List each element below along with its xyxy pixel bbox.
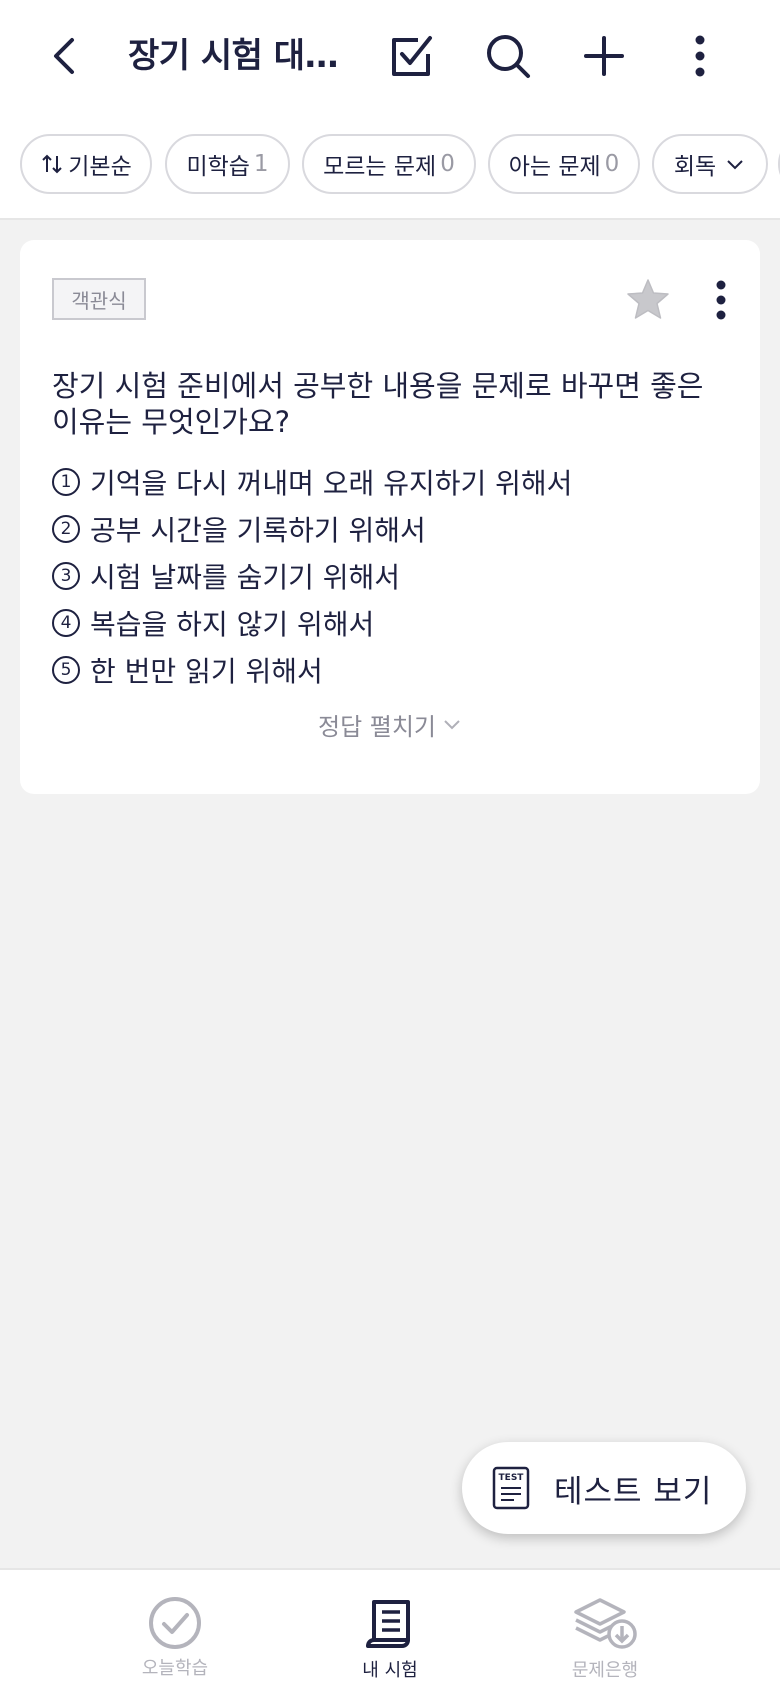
question-type-badge: 객관식 (52, 278, 146, 320)
card-more-button[interactable] (706, 276, 736, 324)
checklist-button[interactable] (382, 26, 442, 86)
unknown-count: 0 (440, 151, 455, 177)
back-button[interactable] (36, 26, 96, 86)
option-text: 공부 시간을 기록하기 위해서 (90, 513, 426, 547)
checklist-icon (392, 36, 432, 76)
test-document-icon: TEST (492, 1466, 530, 1510)
svg-text:TEST: TEST (499, 1473, 525, 1483)
question-text: 장기 시험 준비에서 공부한 내용을 문제로 바꾸면 좋은 이유는 무엇인가요? (52, 369, 704, 439)
nav-question-bank-label: 문제은행 (571, 1660, 639, 1681)
search-icon (487, 35, 530, 78)
page-title: 장기 시험 대… (128, 36, 339, 76)
known-count: 0 (604, 151, 620, 177)
option-5[interactable]: 5 한 번만 읽기 위해서 (52, 646, 732, 693)
nav-my-exam-label: 내 시험 (362, 1660, 418, 1681)
option-number: 1 (52, 467, 80, 496)
chevron-down-icon (727, 160, 743, 170)
notebook-icon (366, 1600, 410, 1648)
more-button[interactable] (670, 26, 730, 86)
sort-chip[interactable]: 기본순 (20, 134, 152, 194)
sort-icon (42, 154, 62, 174)
known-chip[interactable]: 아는 문제 0 (488, 134, 640, 194)
option-1[interactable]: 1 기억을 다시 꺼내며 오래 유지하기 위해서 (52, 458, 732, 505)
option-text: 복습을 하지 않기 위해서 (90, 607, 375, 641)
nav-today-study[interactable]: 오늘학습 (85, 1570, 265, 1688)
option-number: 4 (52, 608, 80, 637)
back-icon (54, 38, 74, 74)
round-chip[interactable]: 회독 (652, 134, 768, 194)
take-test-label: 테스트 보기 (554, 1473, 713, 1510)
app-header: 장기 시험 대… (0, 0, 780, 112)
known-chip-label: 아는 문제 (508, 154, 601, 180)
check-circle-icon (149, 1597, 201, 1649)
layers-download-icon (574, 1598, 637, 1649)
reveal-answer-button[interactable]: 정답 펼치기 (20, 704, 760, 744)
round-chip-label: 회독 (673, 154, 717, 180)
unknown-chip[interactable]: 모르는 문제 0 (302, 134, 476, 194)
unknown-chip-label: 모르는 문제 (323, 154, 437, 180)
unstudied-chip-label: 미학습 (186, 154, 250, 180)
star-icon[interactable] (624, 276, 672, 324)
option-4[interactable]: 4 복습을 하지 않기 위해서 (52, 599, 732, 646)
search-button[interactable] (478, 26, 538, 86)
option-text: 기억을 다시 꺼내며 오래 유지하기 위해서 (90, 466, 573, 500)
option-number: 3 (52, 561, 80, 590)
option-text: 한 번만 읽기 위해서 (90, 654, 323, 688)
option-number: 5 (52, 655, 80, 684)
chevron-down-icon (444, 720, 460, 730)
nav-my-exam[interactable]: 내 시험 (300, 1570, 480, 1688)
reveal-answer-label: 정답 펼치기 (317, 712, 437, 741)
add-button[interactable] (574, 26, 634, 86)
unstudied-chip[interactable]: 미학습 1 (165, 134, 290, 194)
option-3[interactable]: 3 시험 날짜를 숨기기 위해서 (52, 552, 732, 599)
add-icon (584, 36, 624, 76)
nav-today-study-label: 오늘학습 (141, 1658, 209, 1679)
option-2[interactable]: 2 공부 시간을 기록하기 위해서 (52, 505, 732, 552)
more-vertical-icon (695, 35, 705, 77)
option-number: 2 (52, 514, 80, 543)
more-vertical-icon (716, 280, 726, 320)
option-text: 시험 날짜를 숨기기 위해서 (90, 560, 401, 594)
nav-question-bank[interactable]: 문제은행 (515, 1570, 695, 1688)
unstudied-count: 1 (253, 151, 269, 177)
sort-chip-label: 기본순 (68, 154, 132, 180)
question-card: 객관식 장기 시험 준비에서 공부한 내용을 문제로 바꾸면 좋은 이유는 무엇… (20, 240, 760, 794)
take-test-button[interactable]: TEST 테스트 보기 (462, 1442, 746, 1534)
filter-bar: 기본순 미학습 1 모르는 문제 0 아는 문제 0 회독 (0, 112, 780, 220)
bottom-navigation: 오늘학습 내 시험 문제은행 (0, 1568, 780, 1688)
answer-options: 1 기억을 다시 꺼내며 오래 유지하기 위해서 2 공부 시간을 기록하기 위… (52, 458, 732, 693)
